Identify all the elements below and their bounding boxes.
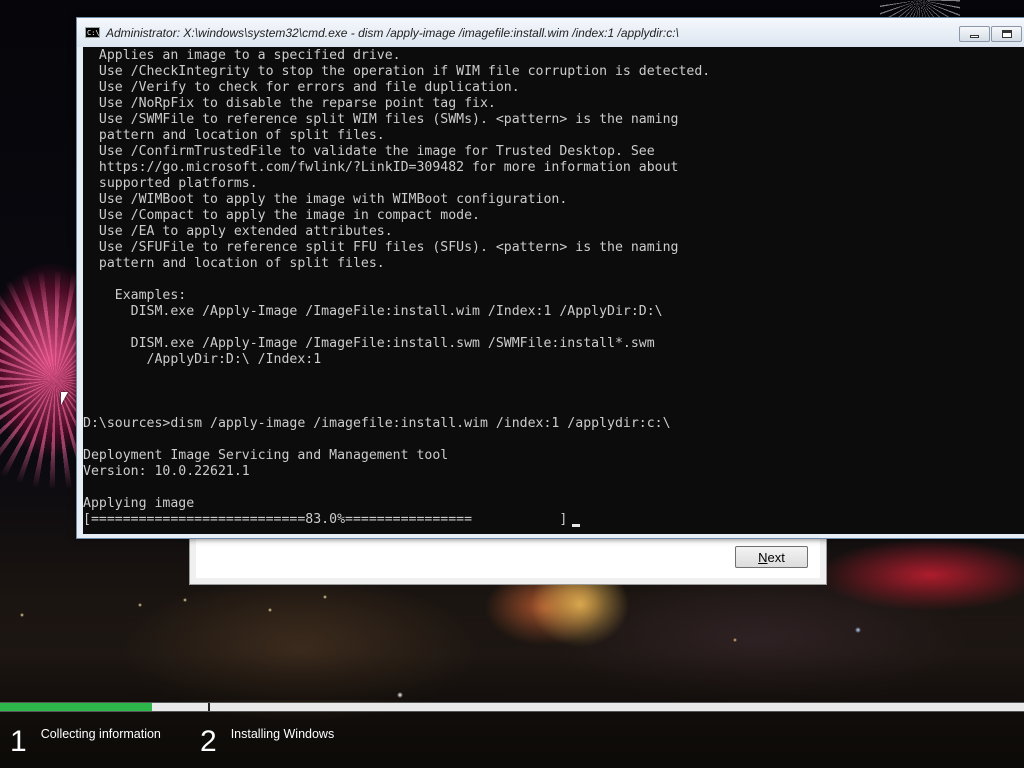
step-number: 2 <box>200 725 217 758</box>
setup-progress-divider <box>208 703 210 711</box>
restore-button[interactable] <box>991 26 1022 42</box>
cmd-titlebar[interactable]: C:\ Administrator: X:\windows\system32\c… <box>77 18 1024 47</box>
minimize-button[interactable] <box>959 26 990 42</box>
next-button[interactable]: Next <box>735 546 808 568</box>
text-cursor <box>572 524 580 527</box>
mouse-pointer-icon <box>61 392 68 405</box>
city-background <box>0 585 1024 700</box>
setup-progress-fill <box>0 703 152 711</box>
cmd-title: Administrator: X:\windows\system32\cmd.e… <box>106 25 679 40</box>
cmd-window[interactable]: C:\ Administrator: X:\windows\system32\c… <box>76 17 1024 539</box>
cmd-icon[interactable]: C:\ <box>85 27 100 38</box>
next-button-rest: ext <box>767 549 785 565</box>
step-label: Collecting information <box>40 727 161 741</box>
minimize-icon <box>970 34 979 38</box>
console-text: Applies an image to a specified drive. U… <box>83 48 711 527</box>
step-installing-windows: 2 Installing Windows <box>200 722 334 762</box>
console-output-area[interactable]: Applies an image to a specified drive. U… <box>83 47 1024 534</box>
setup-progress-bar <box>0 702 1024 712</box>
step-number: 1 <box>10 725 27 758</box>
firework-left <box>0 270 80 500</box>
step-label: Installing Windows <box>230 727 335 741</box>
step-collecting-information: 1 Collecting information <box>10 722 161 762</box>
next-button-accesskey: N <box>758 549 768 565</box>
restore-icon <box>1001 30 1012 38</box>
